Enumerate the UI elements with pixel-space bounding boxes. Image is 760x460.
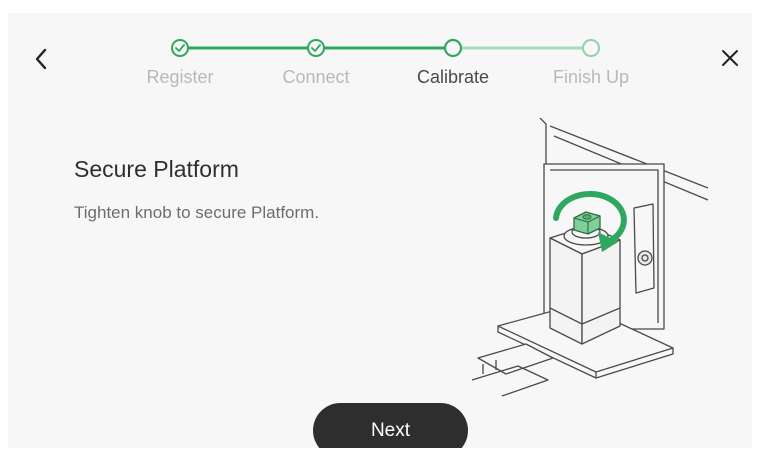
setup-wizard-screen: Register Connect Calibrate Finish Up Sec… (8, 13, 752, 448)
platform-knob-illustration (471, 118, 709, 397)
close-button[interactable] (715, 43, 745, 73)
page-title: Secure Platform (74, 156, 239, 182)
step-label-connect: Connect (282, 67, 350, 87)
bracket-screw (637, 250, 653, 266)
column-left (549, 237, 583, 345)
next-button[interactable]: Next (313, 403, 468, 448)
step-1-check-icon (171, 39, 189, 57)
step-label-finish-up: Finish Up (552, 67, 630, 87)
step-label-calibrate: Calibrate (416, 67, 490, 87)
close-icon (722, 50, 738, 66)
step-2-check-icon (307, 39, 325, 57)
instruction-text: Tighten knob to secure Platform. (74, 203, 320, 222)
frame-edge (539, 118, 547, 166)
step-4-pending-icon (582, 39, 600, 57)
progress-stepper: Register Connect Calibrate Finish Up (8, 13, 752, 113)
step-3-current-icon (443, 38, 463, 58)
column-right (581, 239, 621, 345)
tray-rail (477, 343, 554, 375)
side-bracket (633, 203, 655, 294)
step-label-register: Register (146, 67, 214, 87)
stepper-track (171, 38, 600, 58)
